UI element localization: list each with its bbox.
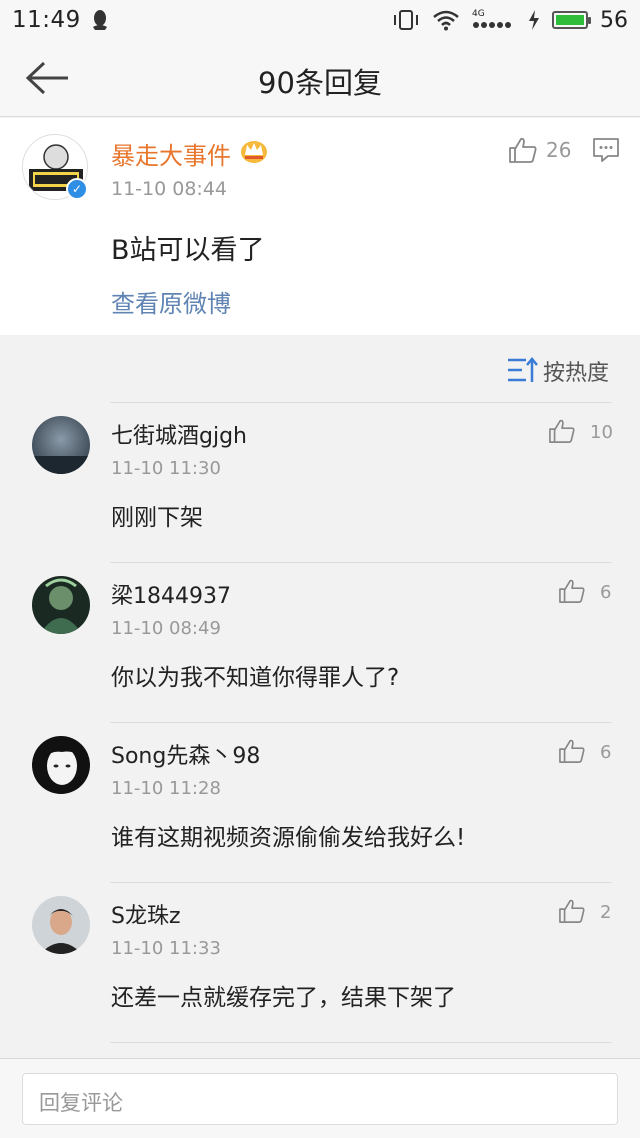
comment-like-count: 6: [600, 742, 612, 763]
commenter-name[interactable]: 七街城酒gjgh: [111, 418, 247, 450]
avatar-image: [32, 416, 90, 474]
post-text: B站可以看了: [111, 235, 265, 266]
comment-item: S龙珠z 11-10 11:33 还差一点就缓存完了，结果下架了 2: [0, 882, 640, 1042]
comment-text: 你以为我不知道你得罪人了?: [111, 665, 400, 691]
comment-time: 11-10 11:28: [111, 778, 221, 799]
cellular-signal: 4G: [472, 9, 516, 31]
original-post: ✓ 暴走大事件 11-10 08:44 B站可以看了 查看原微博 26: [0, 118, 640, 335]
reply-bar: 回复评论: [0, 1058, 640, 1138]
net-type-label: 4G: [472, 9, 485, 19]
comment-text: 还差一点就缓存完了，结果下架了: [111, 985, 456, 1011]
nav-bar: 90条回复: [0, 40, 640, 117]
thumbs-up-icon[interactable]: [558, 738, 586, 764]
comment-icon[interactable]: [592, 136, 620, 164]
comment-item: 七街城酒gjgh 11-10 11:30 刚刚下架 10: [0, 402, 640, 562]
page-title: 90条回复: [258, 66, 382, 100]
sort-row: 按热度: [0, 335, 640, 402]
verified-badge-icon: ✓: [66, 178, 88, 200]
battery-icon: [552, 11, 591, 29]
status-bar: 11:49 4G 56: [0, 0, 640, 40]
charging-icon: [529, 10, 539, 30]
commenter-name[interactable]: S龙珠z: [111, 898, 181, 930]
comment-like-count: 2: [600, 902, 612, 923]
thumbs-up-icon[interactable]: [558, 578, 586, 604]
wifi-icon: [433, 10, 459, 31]
avatar-image: [32, 576, 90, 634]
status-right: 4G 56: [392, 8, 628, 33]
commenter-avatar[interactable]: [32, 896, 90, 954]
comment-like-count: 10: [590, 422, 613, 443]
thumbs-up-icon[interactable]: [548, 418, 576, 444]
comment-time: 11-10 11:30: [111, 458, 221, 479]
vibrate-icon: [394, 10, 418, 30]
post-author-name[interactable]: 暴走大事件: [111, 136, 231, 171]
comment-like-count: 6: [600, 582, 612, 603]
status-left: 11:49: [12, 7, 109, 33]
sort-by-hot-button[interactable]: 按热度: [543, 355, 609, 387]
qq-notification-icon: [92, 10, 107, 30]
commenter-avatar[interactable]: [32, 416, 90, 474]
avatar-image: [32, 896, 90, 954]
vip-crown-icon: [241, 141, 267, 163]
reply-comment-input[interactable]: 回复评论: [22, 1073, 618, 1125]
thumbs-up-icon[interactable]: [508, 136, 538, 164]
comment-text: 谁有这期视频资源偷偷发给我好么!: [111, 825, 466, 851]
view-original-link[interactable]: 查看原微博: [111, 284, 231, 319]
divider: [110, 1042, 612, 1043]
comment-item: 梁1844937 11-10 08:49 你以为我不知道你得罪人了? 6: [0, 562, 640, 722]
comment-item: Song先森丶98 11-10 11:28 谁有这期视频资源偷偷发给我好么! 6: [0, 722, 640, 882]
post-time: 11-10 08:44: [111, 178, 228, 200]
battery-level: 56: [600, 7, 628, 33]
comment-text: 刚刚下架: [111, 505, 203, 531]
post-like-count: 26: [546, 138, 572, 162]
commenter-name[interactable]: Song先森丶98: [111, 738, 260, 770]
avatar-image: [32, 736, 90, 794]
comment-time: 11-10 11:33: [111, 938, 221, 959]
commenter-avatar[interactable]: [32, 736, 90, 794]
signal-dots-icon: [473, 22, 511, 28]
thumbs-up-icon[interactable]: [558, 898, 586, 924]
commenter-name[interactable]: 梁1844937: [111, 578, 231, 610]
commenter-avatar[interactable]: [32, 576, 90, 634]
comment-time: 11-10 08:49: [111, 618, 221, 639]
sort-icon[interactable]: [506, 355, 538, 385]
status-time: 11:49: [12, 7, 81, 33]
